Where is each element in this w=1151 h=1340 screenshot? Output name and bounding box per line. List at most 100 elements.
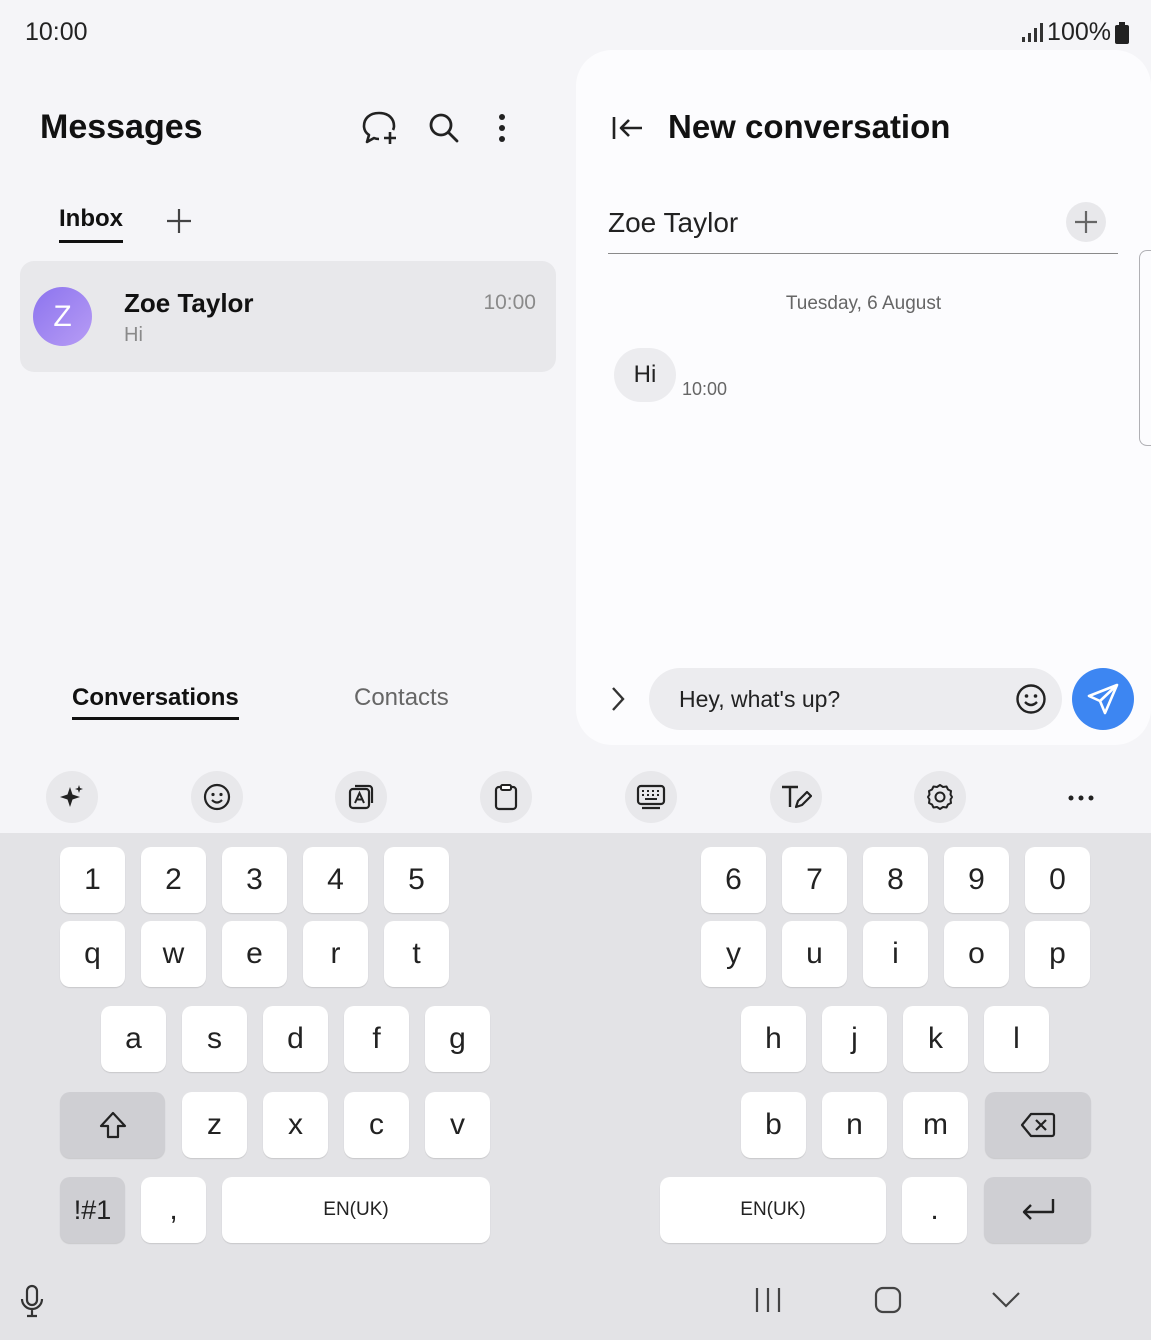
key-r[interactable]: r (303, 921, 368, 987)
more-options-button[interactable] (478, 104, 526, 152)
enter-key[interactable] (984, 1177, 1091, 1243)
hide-keyboard-icon (991, 1291, 1021, 1309)
app-title: Messages (40, 108, 203, 146)
key-i[interactable]: i (863, 921, 928, 987)
key-3[interactable]: 3 (222, 847, 287, 913)
conversation-preview: Hi (124, 324, 143, 346)
conversation-panel: New conversation Zoe Taylor Tuesday, 6 A… (576, 50, 1151, 745)
key-v[interactable]: v (425, 1092, 490, 1158)
emoji-icon (203, 783, 231, 811)
clipboard-button[interactable] (480, 771, 532, 823)
plus-icon (166, 208, 192, 234)
ai-tools-button[interactable] (46, 771, 98, 823)
home-button[interactable] (866, 1282, 910, 1318)
key-y[interactable]: y (701, 921, 766, 987)
key-g[interactable]: g (425, 1006, 490, 1072)
add-category-button[interactable] (155, 197, 203, 245)
handwriting-button[interactable] (770, 771, 822, 823)
symbols-key[interactable]: !#1 (60, 1177, 125, 1243)
key-j[interactable]: j (822, 1006, 887, 1072)
key-e[interactable]: e (222, 921, 287, 987)
avatar: Z (33, 287, 92, 346)
toolbar-more-button[interactable] (1058, 780, 1104, 816)
period-key[interactable]: . (902, 1177, 967, 1243)
space-key-left[interactable]: EN(UK) (222, 1177, 490, 1243)
collapse-panel-button[interactable] (604, 104, 652, 152)
expand-options-button[interactable] (594, 675, 642, 723)
ai-sparkle-icon (58, 783, 86, 811)
send-icon (1086, 682, 1120, 716)
key-z[interactable]: z (182, 1092, 247, 1158)
key-5[interactable]: 5 (384, 847, 449, 913)
panel-resize-handle[interactable] (1139, 250, 1151, 446)
key-b[interactable]: b (741, 1092, 806, 1158)
key-m[interactable]: m (903, 1092, 968, 1158)
key-k[interactable]: k (903, 1006, 968, 1072)
key-n[interactable]: n (822, 1092, 887, 1158)
sticker-button[interactable] (335, 771, 387, 823)
keyboard-mode-icon (636, 783, 666, 811)
key-t[interactable]: t (384, 921, 449, 987)
conversation-time: 10:00 (483, 291, 536, 314)
keyboard-mode-button[interactable] (625, 771, 677, 823)
recent-apps-button[interactable] (746, 1282, 790, 1318)
emoji-button[interactable] (1007, 675, 1055, 723)
collapse-left-icon (611, 115, 645, 141)
handwriting-icon (780, 783, 812, 811)
key-0[interactable]: 0 (1025, 847, 1090, 913)
message-input[interactable]: Hey, what's up? (649, 668, 1062, 730)
comma-key[interactable]: , (141, 1177, 206, 1243)
key-c[interactable]: c (344, 1092, 409, 1158)
battery-icon (1115, 21, 1129, 44)
conversation-item[interactable]: Z Zoe Taylor Hi 10:00 (20, 261, 556, 372)
status-right: 100% (1021, 18, 1129, 47)
settings-icon (926, 783, 954, 811)
sticker-icon (347, 783, 375, 811)
key-8[interactable]: 8 (863, 847, 928, 913)
key-s[interactable]: s (182, 1006, 247, 1072)
tab-contacts[interactable]: Contacts (354, 684, 449, 712)
signal-icon (1021, 22, 1044, 43)
keyboard: 1 2 3 4 5 6 7 8 9 0 q w e r t y u i o p … (0, 833, 1151, 1340)
emoji-icon (1015, 683, 1047, 715)
date-separator: Tuesday, 6 August (785, 293, 942, 314)
key-h[interactable]: h (741, 1006, 806, 1072)
backspace-key[interactable] (985, 1092, 1091, 1158)
recent-apps-icon (754, 1287, 782, 1313)
key-q[interactable]: q (60, 921, 125, 987)
key-d[interactable]: d (263, 1006, 328, 1072)
recipient-divider (608, 253, 1118, 254)
tab-conversations[interactable]: Conversations (72, 684, 239, 720)
key-f[interactable]: f (344, 1006, 409, 1072)
search-button[interactable] (420, 104, 468, 152)
key-4[interactable]: 4 (303, 847, 368, 913)
hide-keyboard-button[interactable] (984, 1282, 1028, 1318)
panel-title: New conversation (668, 108, 951, 145)
keyboard-settings-button[interactable] (914, 771, 966, 823)
message-bubble[interactable]: Hi (614, 348, 676, 402)
key-2[interactable]: 2 (141, 847, 206, 913)
key-x[interactable]: x (263, 1092, 328, 1158)
key-1[interactable]: 1 (60, 847, 125, 913)
key-l[interactable]: l (984, 1006, 1049, 1072)
key-6[interactable]: 6 (701, 847, 766, 913)
send-button[interactable] (1072, 668, 1134, 730)
key-o[interactable]: o (944, 921, 1009, 987)
key-7[interactable]: 7 (782, 847, 847, 913)
key-w[interactable]: w (141, 921, 206, 987)
recipient-field[interactable]: Zoe Taylor (608, 207, 738, 239)
key-a[interactable]: a (101, 1006, 166, 1072)
status-time: 10:00 (25, 18, 88, 46)
key-p[interactable]: p (1025, 921, 1090, 987)
tab-inbox[interactable]: Inbox (59, 205, 123, 243)
message-input-text: Hey, what's up? (679, 686, 841, 712)
key-u[interactable]: u (782, 921, 847, 987)
keyboard-emoji-button[interactable] (191, 771, 243, 823)
new-chat-button[interactable] (356, 104, 404, 152)
key-9[interactable]: 9 (944, 847, 1009, 913)
add-recipient-button[interactable] (1066, 202, 1106, 242)
space-key-right[interactable]: EN(UK) (660, 1177, 886, 1243)
more-vertical-icon (498, 113, 506, 143)
shift-key[interactable] (60, 1092, 165, 1158)
voice-input-button[interactable] (14, 1281, 50, 1321)
